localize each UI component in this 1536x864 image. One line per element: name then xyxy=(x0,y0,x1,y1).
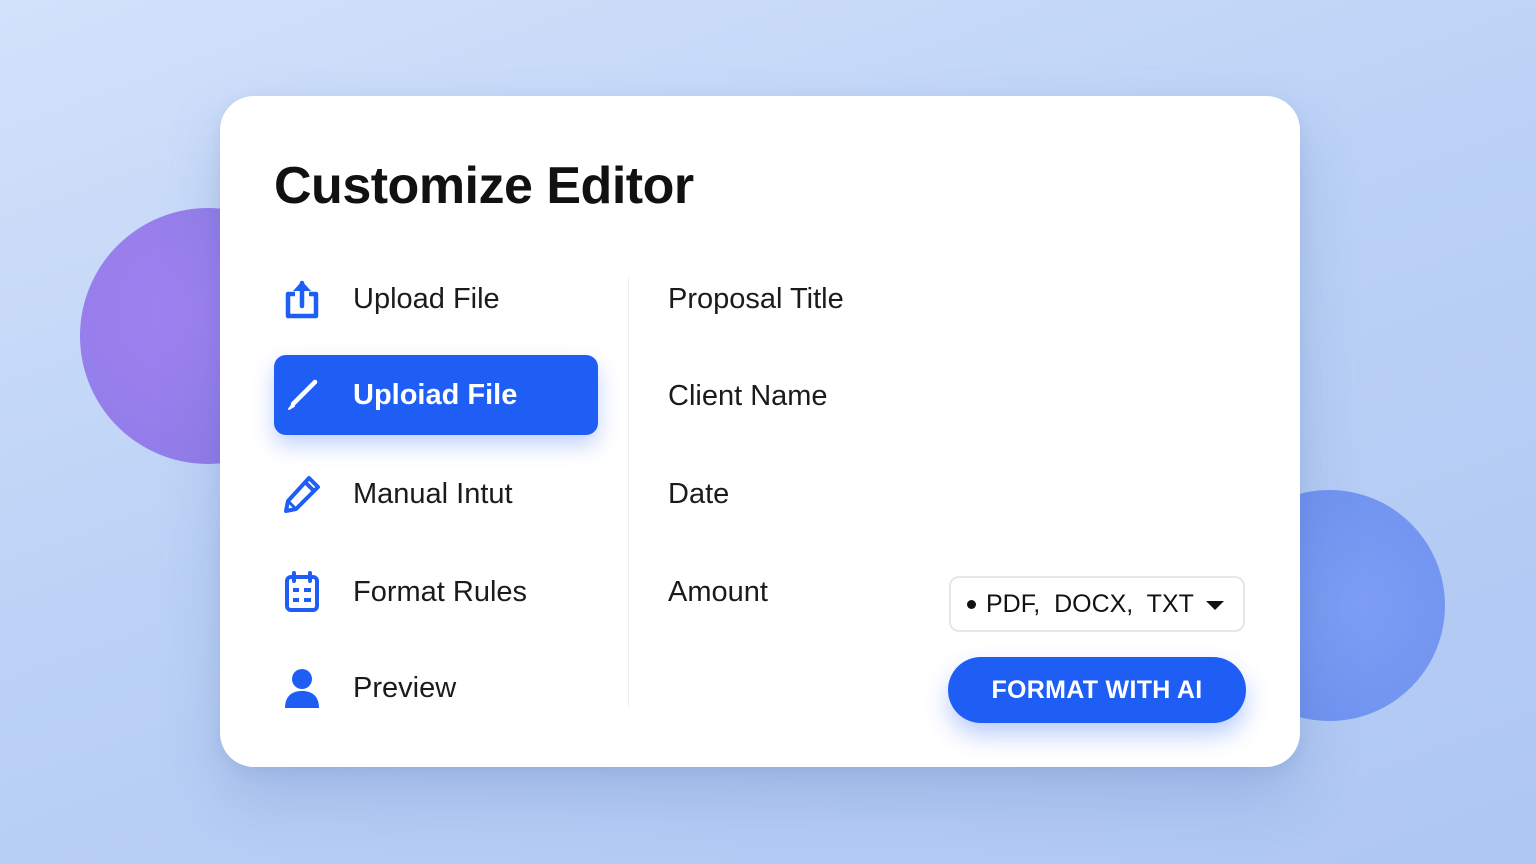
nav-item-label: Preview xyxy=(353,671,457,704)
nav-item-label: Upload File xyxy=(353,282,500,315)
upload-icon xyxy=(274,277,330,321)
calendar-list-icon xyxy=(274,570,330,614)
nav-item-upload-file[interactable]: Upload File xyxy=(274,259,598,339)
bullet-icon xyxy=(967,599,976,609)
proposal-title-label: Proposal Title xyxy=(668,283,844,315)
page-title: Customize Editor xyxy=(274,157,694,215)
nav-item-label: Uploiad File xyxy=(353,378,518,411)
pencil-icon xyxy=(274,473,330,515)
nav-item-label: Format Rules xyxy=(353,575,528,608)
amount-label: Amount xyxy=(668,576,768,608)
nav-item-format-rules[interactable]: Format Rules xyxy=(274,552,598,632)
editor-card: Customize Editor Upload File Uploiad Fil… xyxy=(220,96,1300,767)
format-with-ai-button[interactable]: FORMAT WITH AI xyxy=(948,657,1246,723)
nav-item-preview[interactable]: Preview xyxy=(274,648,598,728)
client-name-label: Client Name xyxy=(668,380,828,412)
chevron-down-icon xyxy=(1205,601,1224,610)
date-label: Date xyxy=(668,478,730,510)
column-divider xyxy=(628,276,629,708)
user-icon xyxy=(274,667,330,709)
format-select[interactable]: PDF, DOCX, TXT xyxy=(949,576,1245,632)
nav-item-uploiad-file[interactable]: Uploiad File xyxy=(274,355,598,435)
nav-item-label: Manual Intut xyxy=(353,477,513,510)
pen-icon xyxy=(274,375,330,415)
nav-item-manual-intut[interactable]: Manual Intut xyxy=(274,454,598,534)
format-select-value: PDF, DOCX, TXT xyxy=(986,589,1194,618)
